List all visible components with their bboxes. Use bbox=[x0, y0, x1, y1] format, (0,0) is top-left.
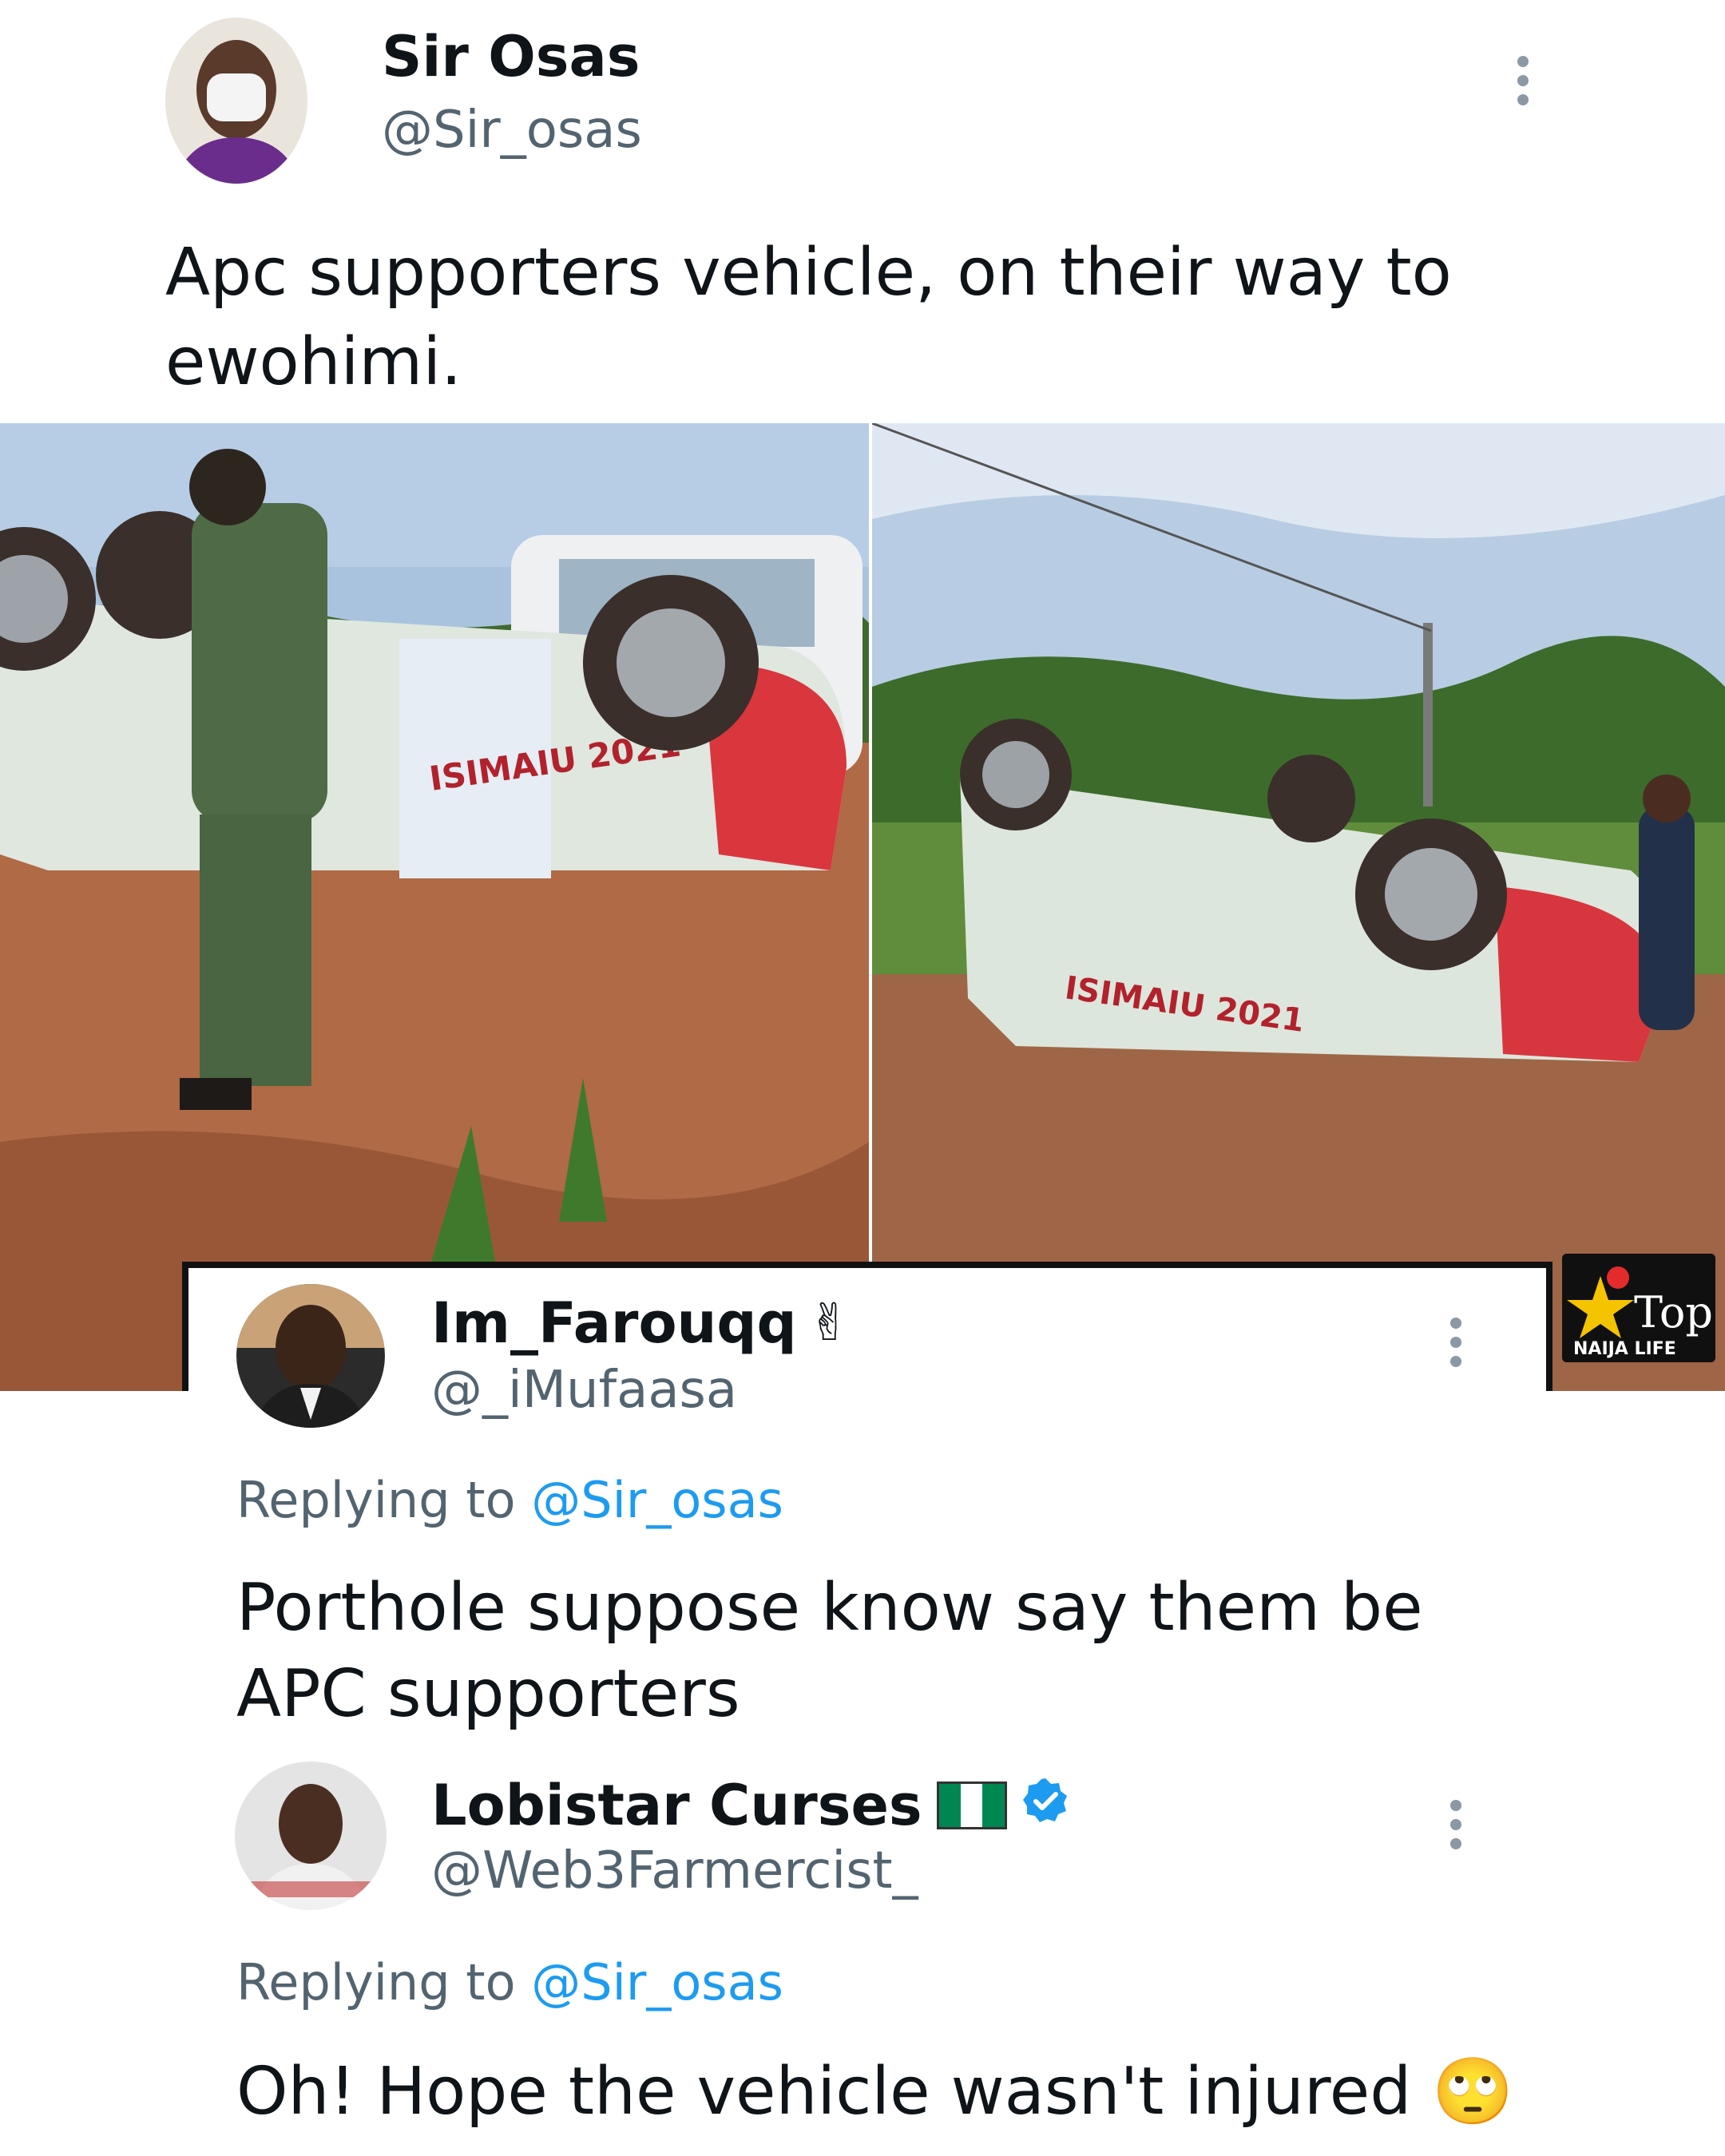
main-tweet-author-handle[interactable]: @Sir_osas bbox=[382, 101, 642, 160]
nigeria-flag-icon bbox=[936, 1781, 1007, 1829]
reply2-replying-to: Replying to @Sir_osas bbox=[236, 1953, 783, 2011]
main-tweet-text: Apc supporters vehicle, on their way to … bbox=[165, 235, 1452, 400]
reply2-avatar[interactable] bbox=[235, 1762, 387, 1910]
reply1-author-name[interactable]: Im_Farouqq ✌ bbox=[431, 1290, 851, 1356]
reply2-replying-link[interactable]: @Sir_osas bbox=[531, 1953, 783, 2011]
main-tweet-more-icon[interactable] bbox=[1517, 56, 1529, 105]
reply1-avatar[interactable] bbox=[236, 1284, 385, 1428]
reply1-replying-prefix: Replying to bbox=[236, 1471, 516, 1529]
reply2-author-name[interactable]: Lobistar Curses bbox=[431, 1773, 1069, 1838]
reply2-more-icon[interactable] bbox=[1450, 1800, 1461, 1849]
reply1-replying-link[interactable]: @Sir_osas bbox=[531, 1471, 783, 1529]
reply1-replying-to: Replying to @Sir_osas bbox=[236, 1471, 783, 1529]
reply2-author-handle[interactable]: @Web3Farmercist_ bbox=[431, 1841, 918, 1900]
reply2-text: Oh! Hope the vehicle wasn't injured bbox=[236, 2054, 1412, 2130]
reply2-replying-prefix: Replying to bbox=[236, 1953, 516, 2011]
verified-badge-icon bbox=[1021, 1773, 1069, 1838]
reply2-name-text: Lobistar Curses bbox=[431, 1773, 922, 1838]
overturned-car-photo-right: ISIMAIU 2021 bbox=[872, 423, 1725, 1391]
rolling-eyes-emoji-icon: 🙄 bbox=[1432, 2054, 1514, 2130]
top-naija-life-logo: Top NAIJA LIFE bbox=[1562, 1254, 1715, 1362]
reply1-author-handle[interactable]: @_iMufaasa bbox=[431, 1361, 737, 1420]
watermark-subtitle: NAIJA LIFE bbox=[1573, 1339, 1676, 1359]
main-tweet-avatar[interactable] bbox=[165, 18, 307, 184]
reply1-text: Porthole suppose know say them be APC su… bbox=[236, 1570, 1423, 1732]
tweet-photo-left[interactable]: ISIMAIU 2021 bbox=[0, 423, 869, 1391]
victory-hand-icon: ✌ bbox=[807, 1294, 851, 1353]
reply1-name-text: Im_Farouqq bbox=[431, 1290, 797, 1356]
watermark-title: Top bbox=[1634, 1287, 1713, 1338]
reply-card-frame bbox=[182, 1262, 1552, 1397]
reply1-more-icon[interactable] bbox=[1450, 1318, 1461, 1367]
overturned-car-photo-left: ISIMAIU 2021 bbox=[0, 423, 869, 1391]
reply2-text-row: Oh! Hope the vehicle wasn't injured 🙄 bbox=[236, 2049, 1594, 2135]
main-tweet-author-name[interactable]: Sir Osas bbox=[382, 24, 640, 89]
tweet-photo-right[interactable]: ISIMAIU 2021 bbox=[872, 423, 1725, 1391]
